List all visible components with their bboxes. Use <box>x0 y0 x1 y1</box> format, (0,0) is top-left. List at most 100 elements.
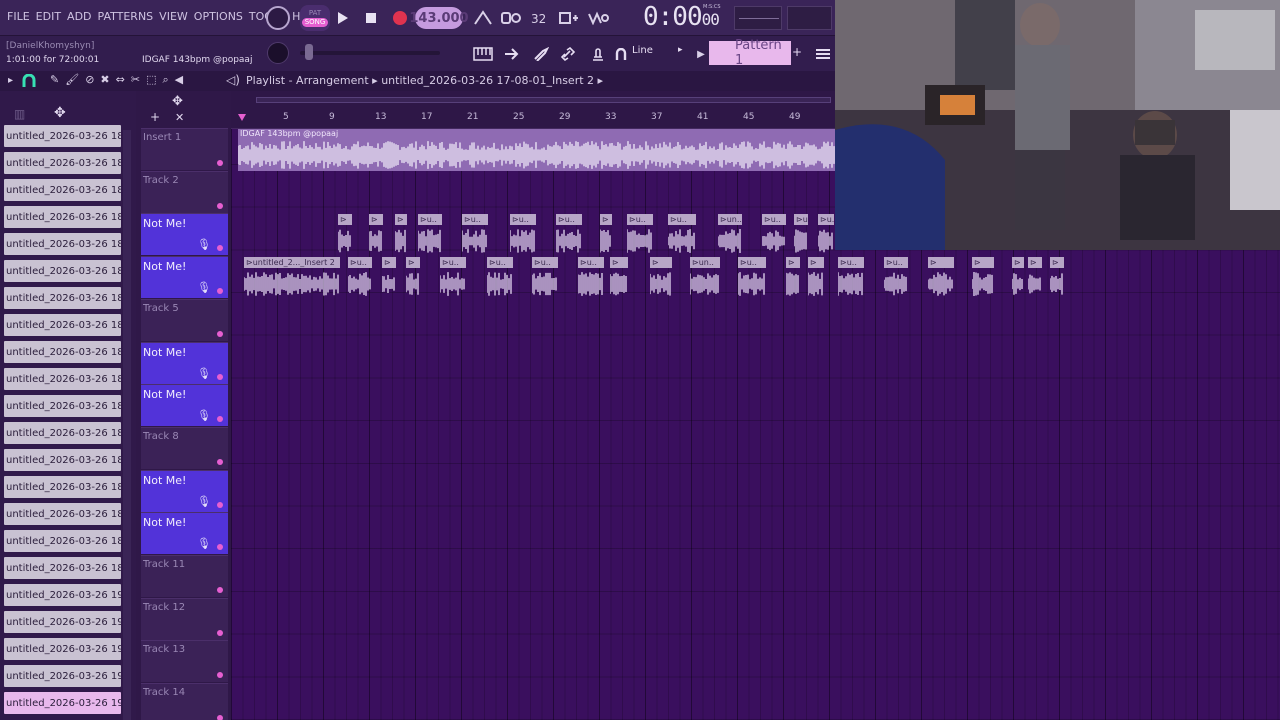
microphone-icon[interactable]: 🎙 <box>197 409 211 423</box>
clip-list-item[interactable]: untitled_2026-03-26 18... <box>4 233 121 255</box>
pencil-tool-icon[interactable]: ✎ <box>50 73 59 89</box>
audio-clip-header[interactable]: ⊳ <box>338 214 352 225</box>
microphone-icon[interactable]: 🎙 <box>197 367 211 381</box>
audio-clip-header[interactable]: ⊳ <box>1028 257 1042 268</box>
plugin-picker-button[interactable] <box>556 42 582 66</box>
clip-menu-icon[interactable]: ⊳ <box>246 258 253 267</box>
track-header[interactable]: Track 8 <box>141 426 228 469</box>
magnet-snap-button[interactable] <box>612 42 630 66</box>
audio-clip-header[interactable]: ⊳ <box>1050 257 1064 268</box>
clip-menu-icon[interactable]: ⊳ <box>930 258 937 267</box>
clip-list-item[interactable]: untitled_2026-03-26 18... <box>4 125 121 147</box>
track-record-led[interactable] <box>217 373 223 380</box>
audio-clip-header[interactable]: ⊳ u.. <box>440 257 466 268</box>
track-header[interactable]: Track 2 <box>141 170 228 213</box>
track-record-led[interactable] <box>217 458 223 465</box>
master-volume-knob[interactable] <box>266 6 290 30</box>
track-header[interactable]: Not Me! 🎙 <box>141 256 228 299</box>
track-header[interactable]: Track 14 <box>141 683 228 720</box>
menu-item-file[interactable]: FILE <box>4 10 33 23</box>
microphone-icon[interactable]: 🎙 <box>197 281 211 295</box>
audio-clip-header[interactable]: ⊳ <box>928 257 954 268</box>
clip-menu-icon[interactable]: ⊳ <box>720 215 727 224</box>
pat-song-toggle[interactable]: PAT SONG <box>300 5 330 31</box>
track-record-led[interactable] <box>217 544 223 551</box>
microphone-icon[interactable]: 🎙 <box>197 495 211 509</box>
metronome-button[interactable] <box>470 6 496 30</box>
audio-clip-header[interactable]: ⊳ <box>610 257 628 268</box>
clip-menu-icon[interactable]: ⊳ <box>340 215 347 224</box>
audio-clip-header[interactable]: ⊳ u.. <box>838 257 864 268</box>
track-record-led[interactable] <box>217 629 223 636</box>
clip-list-item[interactable]: untitled_2026-03-26 18... <box>4 368 121 390</box>
audio-clip-header[interactable]: ⊳ u.. <box>418 214 442 225</box>
clip-menu-icon[interactable]: ⊳ <box>420 215 427 224</box>
playhead-marker[interactable] <box>238 114 246 121</box>
audio-clip-header[interactable]: ⊳ u.. <box>627 214 653 225</box>
clip-list-item[interactable]: untitled_2026-03-26 18... <box>4 341 121 363</box>
master-slider-thumb[interactable] <box>305 44 313 60</box>
mixer-button[interactable] <box>528 42 554 66</box>
audio-clip-header[interactable]: ⊳ u.. <box>510 214 536 225</box>
clip-menu-icon[interactable]: ⊳ <box>670 215 677 224</box>
audio-clip-header[interactable]: ⊳ u.. <box>762 214 786 225</box>
paint-tool-icon[interactable]: 🖌 <box>65 73 79 89</box>
add-track-button[interactable]: + <box>150 110 160 124</box>
browser-button[interactable] <box>585 42 611 66</box>
picker-pattern-icon[interactable]: ▥ <box>14 107 25 121</box>
audio-clip-header[interactable]: ⊳ u.. <box>348 257 372 268</box>
track-header[interactable]: Track 12 <box>141 597 228 640</box>
wait-input-button[interactable] <box>498 6 524 30</box>
slip-tool-icon[interactable]: ⇔ <box>116 73 125 89</box>
clip-menu-icon[interactable]: ⊳ <box>886 258 893 267</box>
track-header[interactable]: Track 11 <box>141 555 228 597</box>
clip-menu-icon[interactable]: ⊳ <box>652 258 659 267</box>
clip-list-item[interactable]: untitled_2026-03-26 18... <box>4 476 121 498</box>
track-record-led[interactable] <box>217 715 223 720</box>
clip-menu-icon[interactable]: ⊳ <box>1030 258 1037 267</box>
track-record-led[interactable] <box>217 160 223 166</box>
clip-menu-icon[interactable]: ⊳ <box>629 215 636 224</box>
record-button[interactable] <box>390 8 410 28</box>
clip-list-item[interactable]: untitled_2026-03-26 19... <box>4 611 121 633</box>
audio-clip-header[interactable]: ⊳ u.. <box>794 214 808 225</box>
audio-clip-header[interactable]: ⊳ <box>1012 257 1024 268</box>
clip-menu-icon[interactable]: ⊳ <box>580 258 587 267</box>
clip-menu-icon[interactable]: ⊳ <box>397 215 404 224</box>
audio-clip-header[interactable]: ⊳ u.. <box>818 214 834 225</box>
delete-tool-icon[interactable]: ⊘ <box>85 73 94 89</box>
audio-clip-header[interactable]: ⊳ <box>972 257 994 268</box>
audio-clip-header[interactable]: ⊳ <box>600 214 612 225</box>
audio-clip-header[interactable]: ⊳ u.. <box>556 214 582 225</box>
clip-list-item[interactable]: untitled_2026-03-26 19... <box>4 692 121 714</box>
audio-clip-header[interactable]: ⊳ <box>406 257 420 268</box>
audio-clip-header[interactable]: ⊳ <box>382 257 396 268</box>
clip-menu-icon[interactable]: ⊳ <box>974 258 981 267</box>
clip-list-item[interactable]: untitled_2026-03-26 18... <box>4 557 121 579</box>
audio-clip-header[interactable]: ⊳ <box>650 257 672 268</box>
play-button[interactable] <box>334 8 352 28</box>
playlist-menu-arrow[interactable]: ▸ <box>8 75 13 86</box>
menu-item-edit[interactable]: EDIT <box>33 10 64 23</box>
stop-button[interactable] <box>362 8 380 28</box>
track-record-led[interactable] <box>217 330 223 337</box>
blend-notes-button[interactable] <box>556 6 582 30</box>
microphone-icon[interactable]: 🎙 <box>197 537 211 551</box>
piano-roll-button[interactable] <box>470 42 496 66</box>
menu-item-add[interactable]: ADD <box>64 10 94 23</box>
clip-list-item[interactable]: untitled_2026-03-26 18... <box>4 395 121 417</box>
clip-list-item[interactable]: untitled_2026-03-26 18... <box>4 449 121 471</box>
menu-item-view[interactable]: VIEW <box>156 10 191 23</box>
clip-menu-icon[interactable]: ⊳ <box>796 215 803 224</box>
track-header[interactable]: Track 5 <box>141 298 228 341</box>
clip-menu-icon[interactable]: ⊳ <box>788 258 795 267</box>
clip-menu-icon[interactable]: ⊳ <box>464 215 471 224</box>
clip-list-item[interactable]: untitled_2026-03-26 18... <box>4 530 121 552</box>
clip-menu-icon[interactable]: ⊳ <box>512 215 519 224</box>
track-header[interactable]: Not Me! 🎙 <box>141 213 228 256</box>
clip-list-scrollbar[interactable] <box>123 130 131 720</box>
track-record-led[interactable] <box>217 672 223 679</box>
clip-menu-icon[interactable]: ⊳ <box>1052 258 1059 267</box>
mute-tool-icon[interactable]: ✖ <box>100 73 109 89</box>
clip-menu-icon[interactable]: ⊳ <box>764 215 771 224</box>
